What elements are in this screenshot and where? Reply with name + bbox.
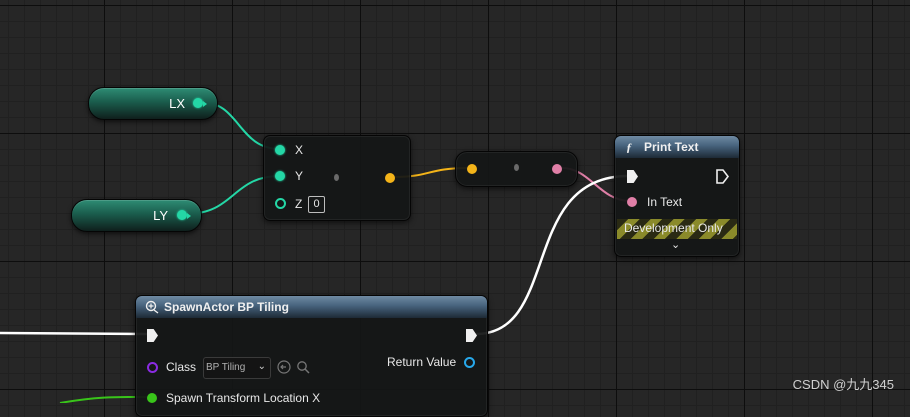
spawn-actor-title: SpawnActor BP Tiling: [164, 300, 289, 314]
function-icon: ƒ: [626, 140, 632, 154]
watermark: CSDN @九九345: [792, 377, 894, 392]
pin-ly-output[interactable]: [177, 210, 191, 220]
pin-vector-output[interactable]: [385, 173, 395, 183]
spawn-icon: [145, 300, 159, 314]
in-text-label: In Text: [647, 195, 683, 209]
use-selected-icon[interactable]: [277, 360, 291, 374]
class-label: Class: [166, 360, 197, 374]
pin-y-label: Y: [295, 169, 304, 183]
pin-x-label: X: [295, 143, 304, 157]
spawn-exec-output-pin[interactable]: [466, 329, 477, 342]
pin-z-input[interactable]: [275, 198, 286, 209]
pin-conversion-input[interactable]: [467, 164, 477, 174]
class-pin[interactable]: [147, 362, 158, 373]
conversion-dot: [514, 164, 519, 171]
print-text-node[interactable]: ƒ Print Text In Text Development Only ⌄: [614, 135, 740, 257]
variable-label-ly: LY: [153, 208, 168, 223]
browse-search-icon[interactable]: [296, 360, 310, 374]
class-dropdown[interactable]: BP Tiling ⌄: [203, 357, 271, 379]
conversion-node[interactable]: [455, 151, 578, 187]
pin-y-input[interactable]: [275, 171, 285, 181]
spawn-actor-node[interactable]: SpawnActor BP Tiling Return Value Class …: [135, 295, 488, 417]
class-dropdown-value: BP Tiling: [206, 362, 246, 373]
variable-label-lx: LX: [169, 96, 185, 111]
pin-x-input[interactable]: [275, 145, 285, 155]
pin-in-text[interactable]: [627, 197, 637, 207]
center-dot: [334, 174, 339, 181]
wire-exec-left: [0, 331, 149, 336]
spawn-location-pin[interactable]: [147, 393, 157, 403]
make-vector-node[interactable]: X Y Z 0: [263, 135, 411, 221]
variable-node-lx[interactable]: LX: [88, 87, 218, 120]
chevron-down-icon[interactable]: ⌄: [671, 238, 680, 251]
print-text-title: Print Text: [644, 140, 699, 154]
pin-conversion-output[interactable]: [552, 164, 562, 174]
return-value-label: Return Value: [387, 355, 457, 369]
development-only-label: Development Only: [624, 221, 723, 235]
wire-exec-to-print: [475, 174, 629, 336]
exec-input-pin[interactable]: [627, 170, 638, 183]
pin-lx-output[interactable]: [193, 98, 207, 108]
exec-output-pin[interactable]: [716, 169, 729, 184]
variable-node-ly[interactable]: LY: [71, 199, 202, 232]
pin-z-label: Z: [295, 197, 303, 211]
z-value-field[interactable]: 0: [308, 196, 325, 213]
return-value-pin[interactable]: [464, 357, 475, 368]
spawn-exec-input-pin[interactable]: [147, 329, 158, 342]
chevron-down-icon: ⌄: [257, 361, 266, 372]
